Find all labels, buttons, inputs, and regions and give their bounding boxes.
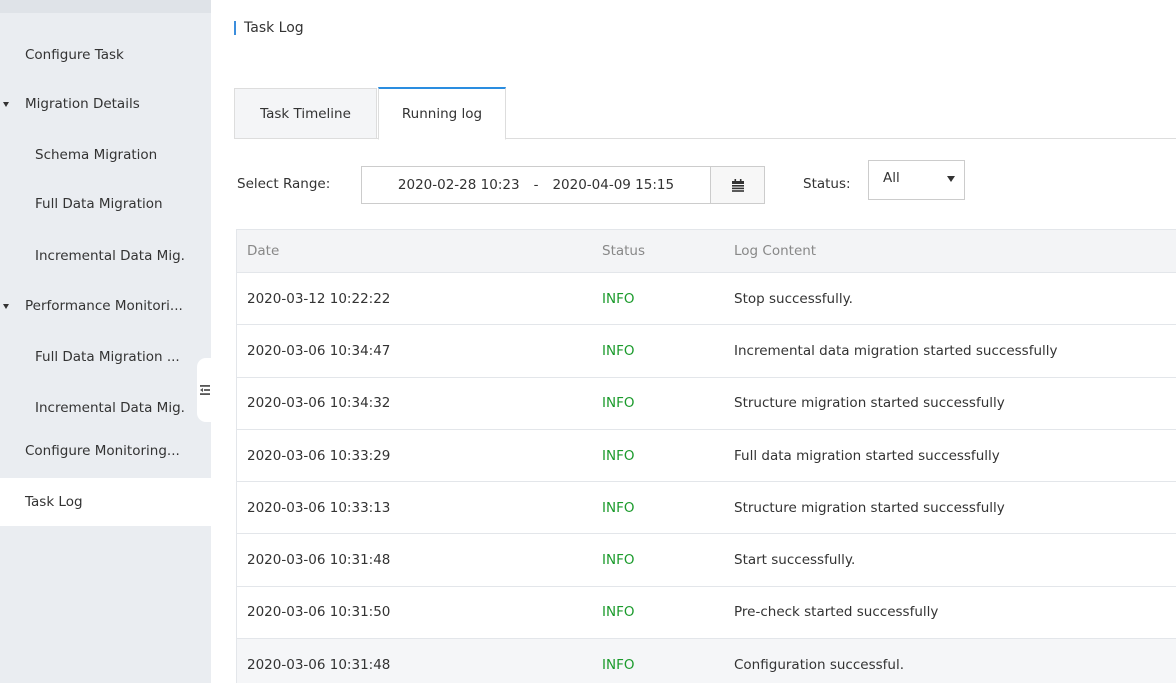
column-header-status: Status bbox=[602, 243, 646, 259]
sidebar-item-label: Full Data Migration bbox=[35, 196, 163, 212]
column-header-log-content: Log Content bbox=[734, 243, 817, 259]
cell-log-content: Configuration successful. bbox=[734, 656, 905, 673]
page-title: Task Log bbox=[234, 18, 304, 38]
log-table: Date Status Log Content 2020-03-12 10:22… bbox=[236, 229, 1176, 683]
sidebar-item-configure-task[interactable]: Configure Task bbox=[0, 31, 211, 79]
sidebar-item-label: Performance Monitori... bbox=[25, 298, 183, 314]
title-accent-bar bbox=[234, 21, 236, 35]
cell-date: 2020-03-12 10:22:22 bbox=[247, 290, 391, 307]
sidebar-item-schema-migration[interactable]: Schema Migration bbox=[0, 131, 211, 179]
cell-date: 2020-03-06 10:31:50 bbox=[247, 604, 391, 621]
calendar-icon bbox=[731, 178, 744, 192]
table-row: 2020-03-12 10:22:22 INFO Stop successful… bbox=[237, 273, 1176, 326]
cell-date: 2020-03-06 10:34:47 bbox=[247, 342, 391, 359]
cell-status: INFO bbox=[602, 552, 635, 569]
sidebar-item-full-data-migration-perf[interactable]: Full Data Migration ... bbox=[0, 333, 211, 381]
range-separator: - bbox=[533, 177, 539, 193]
caret-down-icon bbox=[947, 176, 955, 182]
cell-status: INFO bbox=[602, 604, 635, 621]
cell-log-content: Start successfully. bbox=[734, 552, 856, 569]
cell-status: INFO bbox=[602, 499, 635, 516]
range-start: 2020-02-28 10:23 bbox=[397, 177, 520, 193]
sidebar-item-performance-monitoring[interactable]: Performance Monitori... bbox=[0, 282, 211, 330]
page-title-text: Task Log bbox=[244, 20, 304, 36]
sidebar-item-label: Incremental Data Mig. bbox=[35, 400, 185, 416]
status-filter-select[interactable]: All bbox=[868, 160, 965, 200]
date-range-picker[interactable]: 2020-02-28 10:23 - 2020-04-09 15:15 bbox=[361, 166, 711, 204]
sidebar-item-label: Incremental Data Mig. bbox=[35, 248, 185, 264]
status-filter-value: All bbox=[883, 170, 900, 186]
sidebar-item-label: Migration Details bbox=[25, 96, 140, 112]
caret-down-icon bbox=[3, 304, 9, 309]
collapse-sidebar-icon bbox=[200, 385, 210, 395]
cell-log-content: Full data migration started successfully bbox=[734, 447, 1000, 464]
caret-down-icon bbox=[3, 102, 9, 107]
sidebar-item-label: Configure Monitoring... bbox=[25, 443, 180, 459]
cell-status: INFO bbox=[602, 290, 635, 307]
table-row: 2020-03-06 10:34:32 INFO Structure migra… bbox=[237, 377, 1176, 430]
cell-date: 2020-03-06 10:31:48 bbox=[247, 656, 391, 673]
tab-label: Running log bbox=[401, 106, 483, 122]
sidebar-item-label: Configure Task bbox=[25, 47, 124, 63]
sidebar-top-strip bbox=[0, 0, 211, 13]
select-range-label: Select Range: bbox=[237, 176, 331, 192]
sidebar-item-label: Schema Migration bbox=[35, 147, 158, 163]
table-header: Date Status Log Content bbox=[237, 229, 1176, 273]
table-row: 2020-03-06 10:31:48 INFO Start successfu… bbox=[237, 534, 1176, 587]
cell-date: 2020-03-06 10:31:48 bbox=[247, 552, 391, 569]
tab-running-log[interactable]: Running log bbox=[378, 87, 506, 140]
cell-log-content: Stop successfully. bbox=[734, 290, 853, 307]
sidebar-item-label: Full Data Migration ... bbox=[35, 349, 180, 365]
sidebar-item-incremental-data-migration-perf[interactable]: Incremental Data Mig. bbox=[0, 384, 211, 432]
table-row: 2020-03-06 10:33:13 INFO Structure migra… bbox=[237, 482, 1176, 535]
cell-log-content: Structure migration started successfully bbox=[734, 395, 1005, 412]
sidebar-item-label: Task Log bbox=[25, 494, 83, 510]
table-row: 2020-03-06 10:31:48 INFO Configuration s… bbox=[237, 639, 1176, 683]
cell-date: 2020-03-06 10:33:29 bbox=[247, 447, 391, 464]
cell-date: 2020-03-06 10:34:32 bbox=[247, 395, 391, 412]
sidebar-item-migration-details[interactable]: Migration Details bbox=[0, 80, 211, 128]
sidebar-item-configure-monitoring[interactable]: Configure Monitoring... bbox=[0, 427, 211, 475]
collapse-sidebar-button[interactable] bbox=[197, 358, 213, 422]
sidebar-item-full-data-migration[interactable]: Full Data Migration bbox=[0, 180, 211, 228]
calendar-button[interactable] bbox=[710, 166, 765, 204]
cell-log-content: Structure migration started successfully bbox=[734, 499, 1005, 516]
tab-label: Task Timeline bbox=[260, 105, 351, 122]
cell-log-content: Incremental data migration started succe… bbox=[734, 342, 1058, 359]
table-row: 2020-03-06 10:33:29 INFO Full data migra… bbox=[237, 429, 1176, 483]
sidebar-item-incremental-data-migration[interactable]: Incremental Data Mig. bbox=[0, 232, 211, 280]
table-row: 2020-03-06 10:31:50 INFO Pre-check start… bbox=[237, 586, 1176, 640]
cell-status: INFO bbox=[602, 656, 635, 673]
sidebar: Configure Task Migration Details Schema … bbox=[0, 0, 211, 683]
cell-status: INFO bbox=[602, 447, 635, 464]
cell-status: INFO bbox=[602, 342, 635, 359]
cell-log-content: Pre-check started successfully bbox=[734, 604, 939, 621]
status-filter-label: Status: bbox=[803, 176, 851, 192]
sidebar-item-task-log[interactable]: Task Log bbox=[0, 478, 211, 526]
column-header-date: Date bbox=[247, 243, 280, 259]
tab-bar: Task Timeline Running log bbox=[234, 87, 1176, 140]
tab-task-timeline[interactable]: Task Timeline bbox=[234, 88, 377, 138]
cell-date: 2020-03-06 10:33:13 bbox=[247, 499, 391, 516]
range-end: 2020-04-09 15:15 bbox=[552, 177, 675, 193]
cell-status: INFO bbox=[602, 395, 635, 412]
table-row: 2020-03-06 10:34:47 INFO Incremental dat… bbox=[237, 325, 1176, 378]
